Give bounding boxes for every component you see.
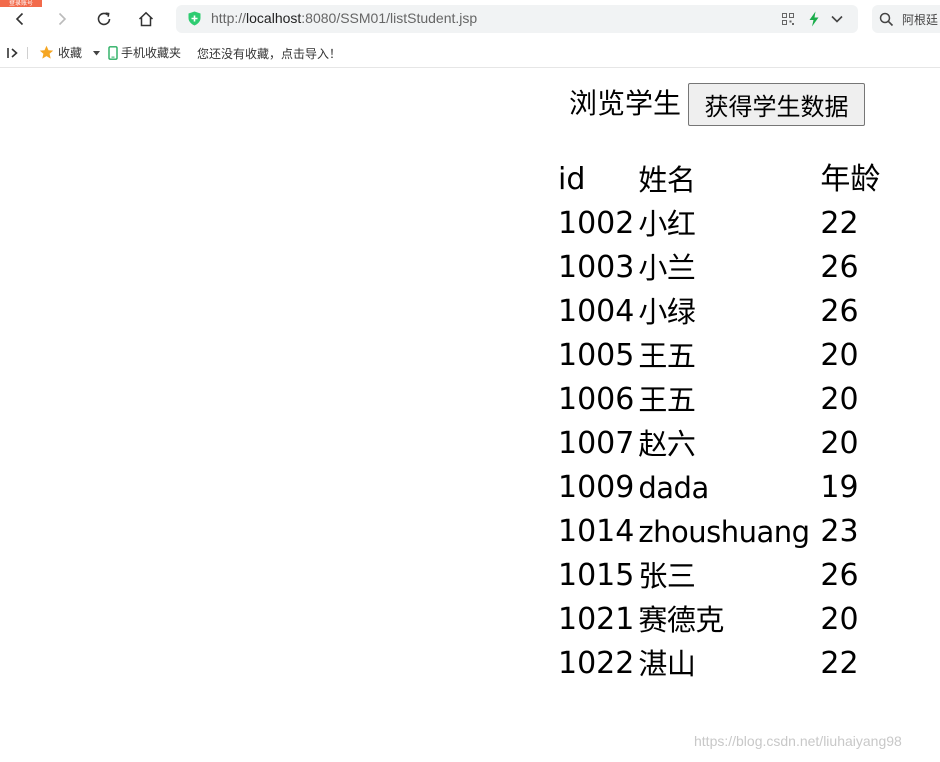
url-path: :8080/SSM01/listStudent.jsp [301,10,478,26]
table-row: 1004 小绿 26 [556,290,882,334]
sidebar-toggle-icon[interactable] [6,46,20,60]
cell-id: 1015 [558,558,635,593]
cell-name: dada [638,471,709,505]
cell-id: 1022 [558,646,635,681]
url-scheme: http:// [211,10,247,26]
cell-age: 26 [820,558,859,593]
table-row: 1009 dada 19 [556,466,882,510]
browser-toolbar: 登录账号 http://localhost:8080/SSM01/listStu… [0,0,940,38]
cell-age: 19 [820,470,859,505]
cell-age: 20 [820,338,859,373]
cell-name: 王五 [638,339,696,373]
table-row: 1006 王五 20 [556,378,882,422]
mobile-icon [108,45,118,60]
cell-age: 22 [820,646,859,681]
bookmarks-divider [27,47,28,59]
cell-name: 湛山 [638,647,696,681]
table-row: 1022 湛山 22 [556,642,882,686]
cell-id: 1006 [558,382,635,417]
import-bookmarks-link[interactable]: 您还没有收藏，点击导入！ [197,45,341,62]
favorites-button[interactable]: 收藏 [39,44,82,61]
table-row: 1014 zhoushuang 23 [556,510,882,554]
cell-name: 赛德克 [638,603,724,637]
shield-icon [188,11,201,26]
cell-age: 20 [820,382,859,417]
header-name: 姓名 [638,163,696,197]
cell-name: 小兰 [638,251,696,285]
search-icon [879,12,894,27]
cell-id: 1007 [558,426,635,461]
table-row: 1015 张三 26 [556,554,882,598]
caret-down-icon[interactable] [93,51,100,56]
cell-name: 张三 [638,559,696,593]
table-row: 1002 小红 22 [556,202,882,246]
cell-name: 王五 [638,383,696,417]
reload-icon [97,12,111,26]
cell-id: 1004 [558,294,635,329]
table-row: 1007 赵六 20 [556,422,882,466]
cell-id: 1014 [558,514,635,549]
search-box[interactable]: 阿根廷 [872,5,940,33]
cell-id: 1021 [558,602,635,637]
watermark: https://blog.csdn.net/liuhaiyang98 [694,733,902,749]
student-table: id 姓名 年龄 1002 小红 22 1003 小兰 26 1004 小绿 26 1005… [556,158,882,686]
home-icon [138,11,154,27]
cell-name: 赵六 [638,427,696,461]
cell-age: 26 [820,250,859,285]
cell-id: 1009 [558,470,635,505]
url-text[interactable]: http://localhost:8080/SSM01/listStudent.… [211,10,477,26]
cell-age: 20 [820,602,859,637]
back-icon [15,12,24,26]
bolt-icon[interactable] [808,11,820,27]
favorites-label: 收藏 [58,46,83,60]
bookmarks-bar: 收藏 手机收藏夹 您还没有收藏，点击导入！ [0,38,940,68]
cell-age: 20 [820,426,859,461]
cell-name: zhoushuang [638,515,810,549]
table-header-row: id 姓名 年龄 [556,158,882,202]
address-bar[interactable]: http://localhost:8080/SSM01/listStudent.… [176,5,858,33]
cell-id: 1005 [558,338,635,373]
back-button[interactable] [7,6,33,32]
table-row: 1003 小兰 26 [556,246,882,290]
qr-icon[interactable] [782,13,794,25]
search-text: 阿根廷 [902,13,939,27]
mobile-favorites-label: 手机收藏夹 [121,46,182,60]
reload-button[interactable] [91,6,117,32]
star-icon [39,45,54,59]
page-title: 浏览学生 [569,87,682,120]
fetch-students-button[interactable]: 获得学生数据 [688,83,865,126]
forward-icon [58,12,67,26]
forward-button[interactable] [49,6,75,32]
cell-id: 1003 [558,250,635,285]
cell-age: 23 [820,514,859,549]
home-button[interactable] [133,6,159,32]
chevron-down-icon[interactable] [831,14,843,24]
table-row: 1021 赛德克 20 [556,598,882,642]
url-host: localhost [246,10,302,26]
header-id: id [558,162,586,197]
cell-age: 26 [820,294,859,329]
table-row: 1005 王五 20 [556,334,882,378]
cell-name: 小绿 [638,295,696,329]
mobile-favorites-button[interactable]: 手机收藏夹 [108,44,181,61]
cell-id: 1002 [558,206,635,241]
cell-name: 小红 [638,207,696,241]
header-age: 年龄 [820,162,881,197]
cell-age: 22 [820,206,859,241]
